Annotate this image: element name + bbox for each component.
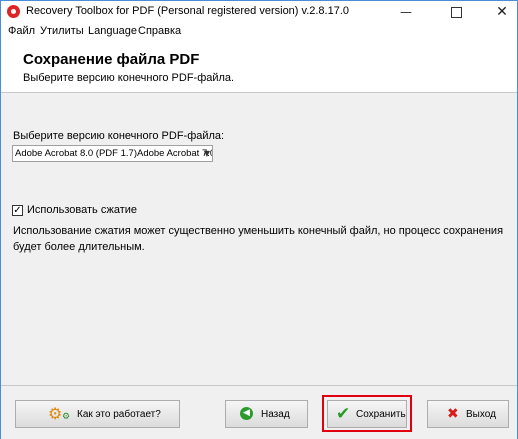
wizard-content: Выберите версию конечного PDF-файла: Ado… [1, 93, 517, 385]
menu-bar: Файл Утилиты Language Справка [1, 23, 517, 41]
checkmark-icon: ✔ [336, 404, 351, 424]
menu-language[interactable]: Language [88, 25, 137, 37]
compression-description: Использование сжатия может существенно у… [13, 225, 504, 253]
chevron-down-icon: ▼ [203, 149, 210, 158]
wizard-footer: ⚙ ⚙ Как это работает? ◀ Назад ✔ Сохранит… [1, 385, 517, 439]
version-select-value: Adobe Acrobat 8.0 (PDF 1.7)Adobe Acrobat… [15, 148, 213, 159]
menu-help[interactable]: Справка [138, 25, 181, 37]
minimize-button[interactable]: — [389, 1, 423, 23]
app-window: Recovery Toolbox for PDF (Personal regis… [0, 0, 518, 439]
arrow-left-icon: ◀ [240, 407, 253, 420]
small-gear-icon: ⚙ [62, 412, 71, 422]
version-select[interactable]: Adobe Acrobat 8.0 (PDF 1.7)Adobe Acrobat… [12, 145, 213, 162]
maximize-button[interactable] [439, 1, 473, 23]
save-button[interactable]: ✔ Сохранить [327, 400, 407, 428]
maximize-icon [451, 7, 462, 18]
close-button[interactable]: ✕ [485, 1, 518, 23]
exit-label: Выход [466, 409, 496, 420]
version-label: Выберите версию конечного PDF-файла: [13, 130, 225, 142]
menu-utilities[interactable]: Утилиты [40, 25, 84, 37]
back-label: Назад [261, 409, 290, 420]
window-title: Recovery Toolbox for PDF (Personal regis… [26, 5, 350, 17]
page-subtitle: Выберите версию конечного PDF-файла. [23, 72, 235, 84]
back-button[interactable]: ◀ Назад [225, 400, 308, 428]
title-bar: Recovery Toolbox for PDF (Personal regis… [1, 1, 517, 23]
close-x-icon: ✖ [447, 406, 459, 422]
app-logo-icon [7, 5, 20, 18]
menu-file[interactable]: Файл [8, 25, 35, 37]
save-label: Сохранить [356, 409, 406, 420]
wizard-header: Сохранение файла PDF Выберите версию кон… [1, 41, 517, 93]
how-it-works-label: Как это работает? [77, 409, 161, 420]
page-title: Сохранение файла PDF [23, 51, 200, 68]
compression-checkbox[interactable]: ✓ [12, 205, 23, 216]
exit-button[interactable]: ✖ Выход [427, 400, 509, 428]
compression-label[interactable]: Использовать сжатие [27, 204, 137, 216]
how-it-works-button[interactable]: ⚙ ⚙ Как это работает? [15, 400, 180, 428]
